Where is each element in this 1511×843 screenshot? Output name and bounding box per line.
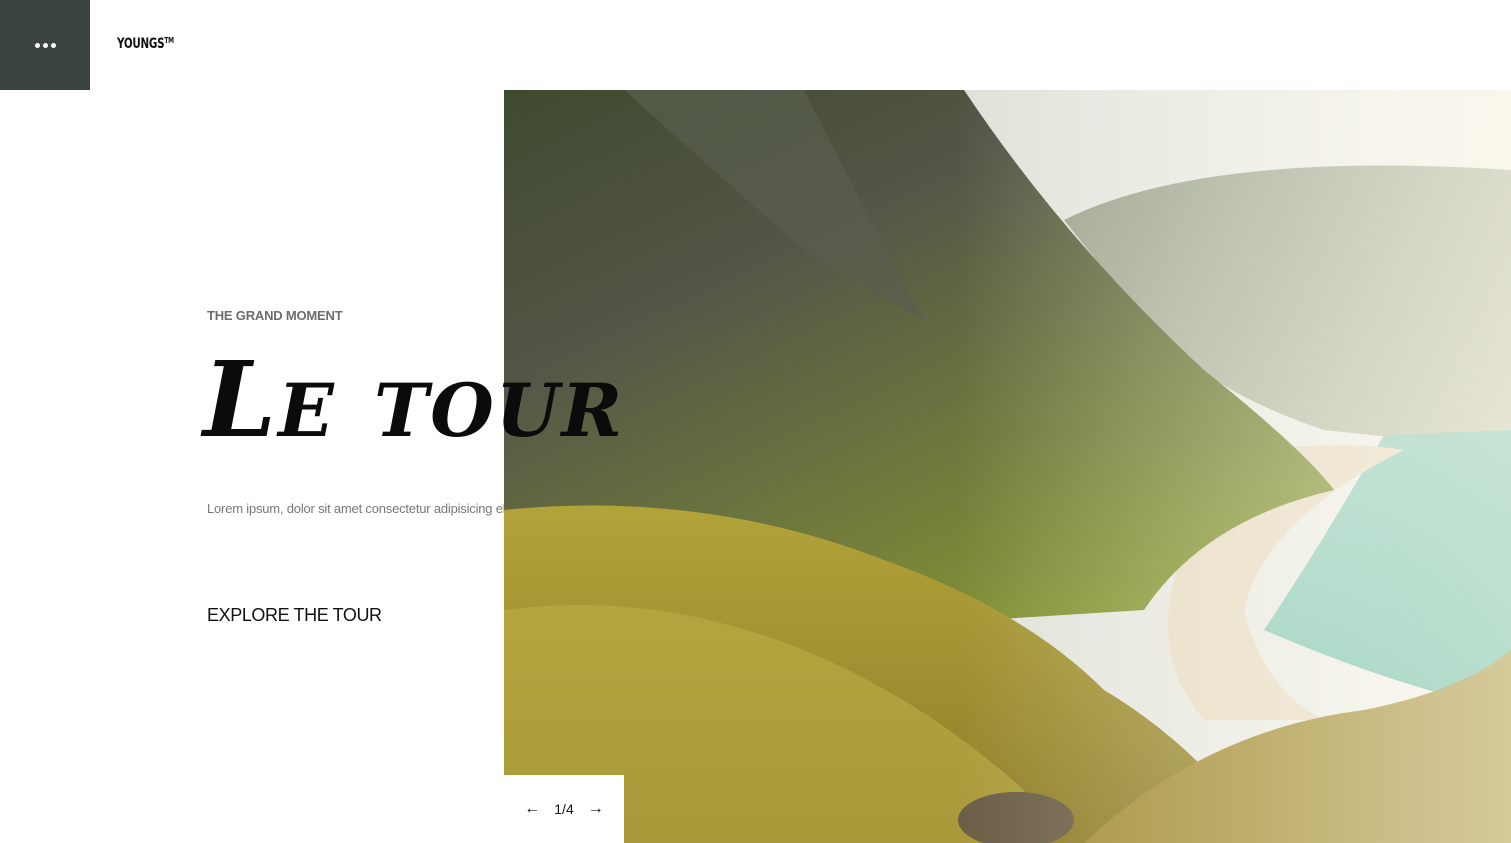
slide-pager: ← 1/4 →: [504, 775, 624, 843]
hero-image: [504, 90, 1511, 843]
brand-name: YOUNGS: [117, 36, 165, 52]
hero-title: Le tour: [203, 338, 625, 461]
slide-current: 1: [554, 801, 563, 817]
more-horizontal-icon: [34, 42, 40, 48]
slide-total: 4: [565, 801, 574, 817]
hero-eyebrow: THE GRAND MOMENT: [207, 308, 343, 323]
menu-dot: [50, 42, 56, 48]
brand-trademark: TM: [164, 36, 174, 45]
arrow-left-icon[interactable]: ←: [524, 800, 540, 818]
hero-lead: Lorem ipsum, dolor sit amet consectetur …: [207, 501, 504, 516]
arrow-right-icon[interactable]: →: [588, 800, 604, 818]
explore-tour-link[interactable]: EXPLORE THE TOUR: [207, 605, 382, 626]
slide-counter: 1/4: [554, 801, 573, 817]
menu-dot: [42, 42, 48, 48]
brand-logo[interactable]: YOUNGSTM: [117, 36, 174, 52]
menu-button[interactable]: [0, 0, 90, 90]
